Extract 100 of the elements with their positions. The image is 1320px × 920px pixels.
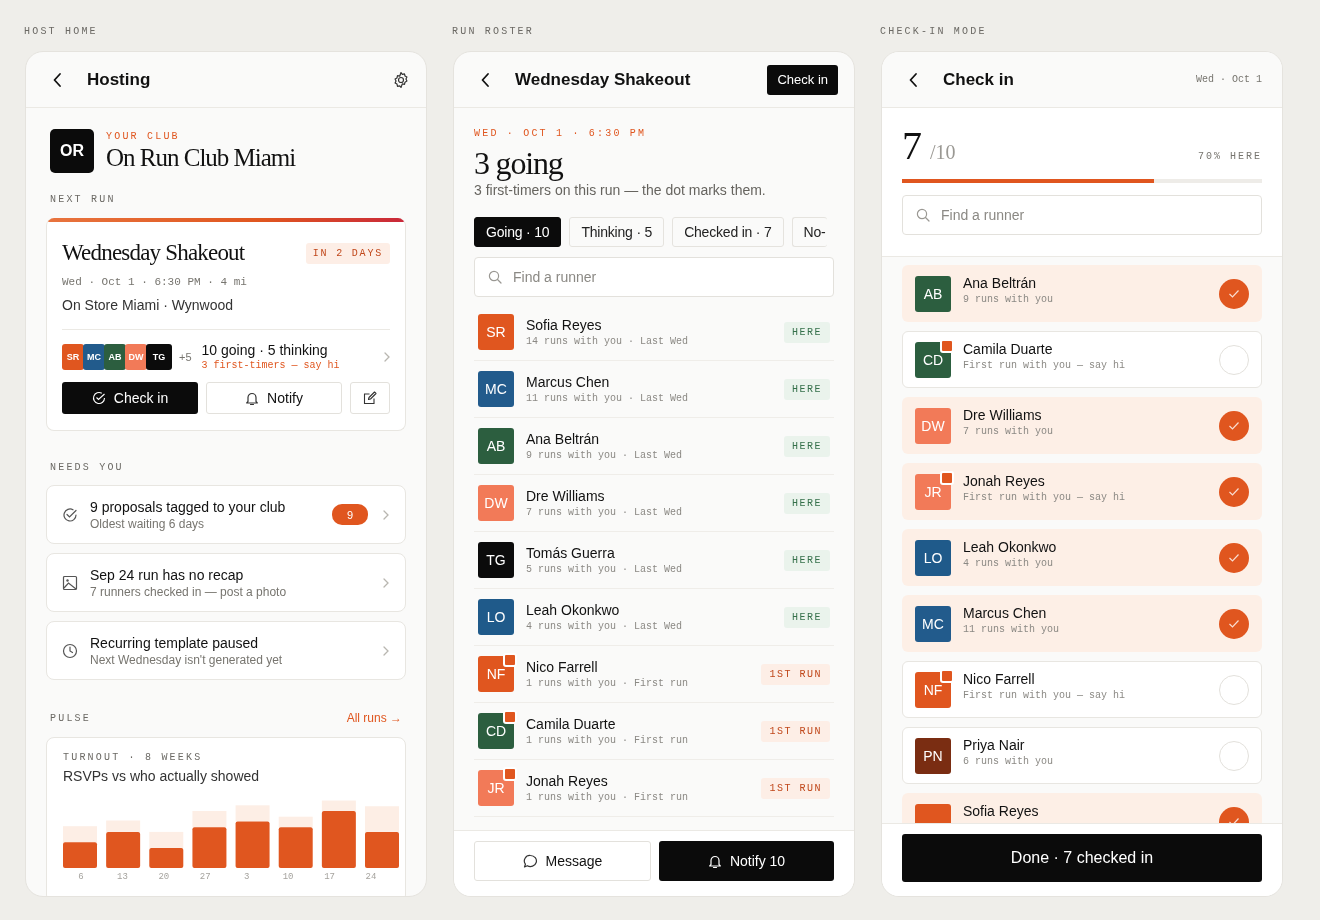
percent-here: 70% HERE	[1198, 151, 1262, 162]
check-in-button[interactable]: Check in	[767, 64, 838, 95]
check-toggle[interactable]	[1219, 476, 1249, 507]
task-card[interactable]: Sep 24 run has no recap 7 runners checked in — post a photo	[46, 553, 406, 612]
attendees-row[interactable]: SR MC AB DW TG +5 10 going · 5 thinking 3 first-timers — say hi	[62, 342, 390, 371]
check-toggle[interactable]	[1219, 410, 1249, 441]
runner-row[interactable]: TG Tomás Guerra 5 runs with you · Last Wed HERE	[474, 532, 834, 589]
runner-detail: 7 runs with you · Last Wed	[526, 507, 684, 518]
runner-row[interactable]: NF Nico Farrell 1 runs with you · First run 1ST RUN	[474, 646, 834, 703]
notify-button[interactable]: Notify 10	[659, 841, 834, 881]
runner-row[interactable]: CD Camila Duarte 1 runs with you · First run 1ST RUN	[474, 703, 834, 760]
runner-row[interactable]: DW Dre Williams 7 runs with you · Last Wed HERE	[474, 475, 834, 532]
runner-name: Camila Duarte	[526, 716, 617, 732]
section-label: PULSE	[50, 712, 91, 724]
avatar: TG	[478, 542, 514, 578]
avatar: LO	[915, 539, 951, 576]
runner-card[interactable]: Sofia Reyes	[902, 793, 1262, 823]
runner-row[interactable]: JR Jonah Reyes 1 runs with you · First run 1ST RUN	[474, 760, 834, 817]
runner-name: Ana Beltrán	[963, 275, 1038, 291]
task-card[interactable]: Recurring template paused Next Wednesday isn't generated yet	[46, 621, 406, 680]
status-tag: HERE	[784, 321, 830, 343]
filter-tab[interactable]: No-	[791, 217, 827, 247]
back-icon[interactable]	[53, 71, 63, 88]
edit-icon	[363, 391, 377, 405]
back-icon[interactable]	[909, 71, 919, 88]
clock-icon	[62, 642, 78, 659]
runner-name: Nico Farrell	[963, 671, 1036, 687]
back-icon[interactable]	[481, 71, 491, 88]
avatar: DW	[125, 343, 147, 370]
status-tag: HERE	[784, 492, 830, 514]
runner-row[interactable]: SR Sofia Reyes 14 runs with you · Last Wed HERE	[474, 304, 834, 361]
check-toggle[interactable]	[1219, 674, 1249, 705]
runner-card[interactable]: MC Marcus Chen 11 runs with you	[902, 595, 1262, 652]
check-toggle[interactable]	[1219, 542, 1249, 573]
attended-bar	[192, 827, 227, 868]
runner-card[interactable]: LO Leah Okonkwo 4 runs with you	[902, 529, 1262, 586]
search-icon	[488, 270, 502, 284]
check-icon	[1228, 420, 1240, 431]
status-tag: 1ST RUN	[761, 777, 830, 799]
status-tag: HERE	[784, 378, 830, 400]
avatar: LO	[478, 599, 514, 635]
bell-icon	[245, 390, 260, 406]
runner-row[interactable]: LO Leah Okonkwo 4 runs with you · Last Wed HERE	[474, 589, 834, 646]
check-toggle[interactable]	[1219, 608, 1249, 639]
club-name: On Run Club Miami	[106, 143, 296, 172]
chevron-right-icon	[383, 509, 389, 520]
section-label: NEEDS YOU	[50, 462, 124, 473]
check-toggle[interactable]	[1219, 344, 1249, 375]
section-label: NEXT RUN	[49, 193, 117, 205]
search-input[interactable]: Find a runner	[941, 207, 1248, 223]
screen-title: Wednesday Shakeout	[515, 69, 692, 90]
status-tag: 1ST RUN	[761, 720, 830, 742]
notify-button[interactable]: Notify	[206, 382, 342, 414]
runner-card[interactable]: CD Camila Duarte First run with you — say hi	[902, 331, 1262, 388]
avatar: AB	[915, 275, 951, 312]
runner-card[interactable]: DW Dre Williams 7 runs with you	[902, 397, 1262, 454]
check-in-button[interactable]: Check in	[62, 382, 198, 414]
runner-card[interactable]: NF Nico Farrell First run with you — say hi	[902, 661, 1262, 718]
check-icon	[1228, 486, 1240, 497]
runner-name: Sofia Reyes	[526, 317, 603, 333]
runner-card[interactable]: PN Priya Nair 6 runs with you	[902, 727, 1262, 784]
search-field[interactable]: Find a runner	[474, 257, 834, 297]
runner-card[interactable]: AB Ana Beltrán 9 runs with you	[902, 265, 1262, 322]
done-button[interactable]: Done · 7 checked in	[902, 834, 1262, 882]
chevron-right-icon	[384, 351, 390, 362]
avatar: DW	[478, 485, 514, 521]
status-tag: HERE	[784, 549, 830, 571]
check-toggle[interactable]	[1219, 278, 1249, 309]
axis-label: 27	[198, 872, 212, 882]
check-icon	[1228, 618, 1240, 629]
run-date: Wed · Oct 1	[1196, 74, 1262, 85]
avatar: PN	[915, 737, 951, 774]
check-toggle[interactable]	[1219, 740, 1249, 771]
runner-name: Dre Williams	[963, 407, 1043, 423]
attended-bar	[63, 842, 97, 868]
attended-bar	[278, 827, 313, 868]
runner-detail: 1 runs with you · First run	[526, 678, 690, 689]
task-card[interactable]: 9 proposals tagged to your club Oldest waiting 6 days 9	[46, 485, 406, 544]
chart-eyebrow: TURNOUT · 8 WEEKS	[63, 752, 204, 763]
filter-tab[interactable]: Checked in · 7	[672, 217, 784, 247]
chevron-right-icon	[383, 645, 389, 656]
runner-row[interactable]: AB Ana Beltrán 9 runs with you · Last Wed HERE	[474, 418, 834, 475]
message-button[interactable]: Message	[474, 841, 651, 881]
search-field[interactable]: Find a runner	[902, 195, 1262, 235]
search-input[interactable]: Find a runner	[513, 269, 820, 285]
runner-detail: 6 runs with you	[963, 756, 1054, 767]
filter-tab[interactable]: Thinking · 5	[569, 217, 665, 247]
task-subtitle: Oldest waiting 6 days	[90, 516, 206, 531]
filter-tab[interactable]: Going · 10	[474, 217, 562, 247]
all-runs-link[interactable]: All runs →	[346, 711, 402, 725]
settings-icon[interactable]	[392, 70, 410, 89]
runner-detail: 7 runs with you	[963, 426, 1054, 437]
runner-detail: 14 runs with you · Last Wed	[526, 336, 690, 347]
task-subtitle: Next Wednesday isn't generated yet	[90, 652, 284, 667]
runner-detail: 11 runs with you · Last Wed	[526, 393, 690, 404]
edit-button[interactable]	[350, 382, 390, 414]
avatar: JR	[478, 770, 514, 806]
axis-label: 6	[77, 872, 85, 882]
runner-card[interactable]: JR Jonah Reyes First run with you — say hi	[902, 463, 1262, 520]
runner-row[interactable]: MC Marcus Chen 11 runs with you · Last Wed HERE	[474, 361, 834, 418]
